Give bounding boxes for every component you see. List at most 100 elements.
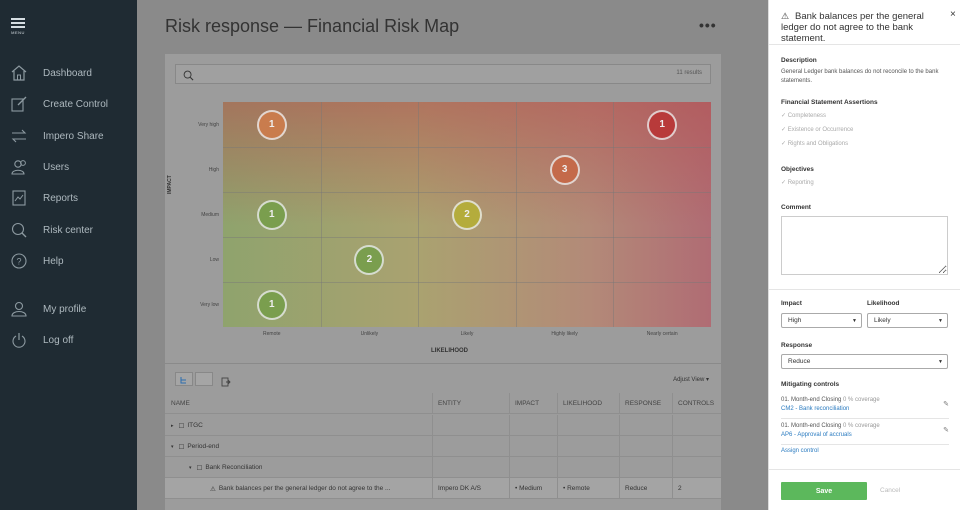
risk-bubble[interactable]: 2 [354,244,385,275]
sidebar-item-my-profile[interactable]: My profile [0,296,137,322]
folder-icon: ☐ [196,464,203,472]
sidebar-item-impero-share[interactable]: Impero Share [0,123,137,149]
description-text: General Ledger bank balances do not reco… [781,69,939,84]
chevron-down-icon: ▼ [852,318,857,324]
impact-heading: Impact [781,300,802,307]
comment-textarea[interactable] [781,216,948,275]
cell-response: Reduce [625,485,648,492]
risk-bubble[interactable]: 2 [452,199,482,230]
assign-control-link[interactable]: Assign control [781,448,819,454]
warning-icon: ⚠ [210,485,216,493]
cell-entity: Impero DK A/S [438,485,481,492]
column-header[interactable]: RESPONSE [625,393,661,414]
menu-button[interactable]: MENU [8,18,28,35]
adjust-view-button[interactable]: Adjust View ▾ [673,376,709,383]
sidebar-item-label: Risk center [43,224,94,236]
column-header[interactable]: ENTITY [438,393,461,414]
column-header[interactable]: CONTROLS [678,393,714,414]
sidebar-item-log-off[interactable]: Log off [0,327,137,353]
risk-bubble[interactable]: 3 [549,154,580,185]
control-link[interactable]: CM2 - Bank reconciliation [781,405,949,414]
cancel-button[interactable]: Cancel [880,487,900,494]
sidebar-item-label: Create Control [43,98,109,110]
cell-impact: • Medium [515,485,543,492]
response-select[interactable]: Reduce ▼ [781,354,948,369]
pencil-icon[interactable]: ✎ [943,400,949,409]
grid-line [418,102,420,327]
risk-map-card: 11 results IMPACT Very high High Medium Low… [165,54,721,510]
chevron-down-icon: ▼ [938,318,943,324]
panel-title: Bank balances per the general ledger do … [781,11,924,44]
table-row[interactable]: ▸ ☐ ITGC [165,415,721,436]
objective-reporting[interactable]: ✓ Reporting [781,179,814,186]
impact-select[interactable]: High ▼ [781,313,862,328]
app: MENU Dashboard Create Control Impero Sha… [0,0,960,510]
x-axis-title: LIKELIHOOD [431,348,468,354]
tree-view-button[interactable] [175,372,193,386]
sidebar-item-create-control[interactable]: Create Control [0,91,137,117]
y-tick-label: Very low [200,301,219,308]
divider [769,44,960,45]
search-input[interactable]: 11 results [175,64,711,84]
control-link[interactable]: AP6 - Approval of accruals [781,431,949,440]
row-name: ⚠ Bank balances per the general ledger do… [205,478,390,499]
row-label: Bank balances per the general ledger do … [218,485,391,492]
y-tick-label: Low [209,256,219,263]
table-row[interactable]: ⚠ Bank balances per the general ledger do… [165,478,721,499]
description-heading: Description [781,57,817,64]
assertion-completeness[interactable]: ✓ Completeness [781,112,826,119]
close-button[interactable]: × [950,9,956,20]
column-header[interactable]: NAME [171,393,190,414]
assertions-heading: Financial Statement Assertions [781,99,878,106]
assertion-existence[interactable]: ✓ Existence or Occurrence [781,126,853,133]
risk-heatmap: 1 1 3 1 2 2 1 [223,102,711,327]
sidebar: MENU Dashboard Create Control Impero Sha… [0,0,137,510]
sidebar-item-label: Users [43,161,70,173]
risk-bubble[interactable]: 1 [647,109,678,140]
row-name: ▾ ☐ Bank Reconciliation [189,457,262,478]
x-tick-label: Unlikely [360,331,379,337]
objectives-heading: Objectives [781,166,814,173]
list-view-button[interactable] [195,372,213,386]
risk-bubble[interactable]: 1 [256,289,287,320]
expand-toggle-icon[interactable]: ▾ [171,444,174,450]
sidebar-item-label: Reports [43,192,79,204]
sidebar-item-users[interactable]: Users [0,154,137,180]
page-title: Risk response — Financial Risk Map [165,16,460,36]
column-header[interactable]: IMPACT [515,393,539,414]
export-icon[interactable] [221,374,231,392]
expand-toggle-icon[interactable]: ▾ [189,465,192,471]
table-row[interactable]: ▾ ☐ Bank Reconciliation [165,457,721,478]
grid-line [223,147,711,148]
grid-line [223,192,711,193]
column-header[interactable]: LIKELIHOOD [563,393,602,414]
user-icon [9,299,29,319]
sidebar-item-label: Dashboard [43,67,92,79]
table-header: NAME ENTITY IMPACT LIKELIHOOD RESPONSE CONTRO… [165,393,721,414]
more-options-button[interactable]: ••• [699,17,717,33]
likelihood-select[interactable]: Likely ▼ [867,313,948,328]
expand-toggle-icon[interactable]: ▸ [171,423,174,429]
sidebar-item-risk-center[interactable]: Risk center [0,217,137,243]
risk-bubble[interactable]: 1 [256,199,287,230]
grid-line [613,102,615,327]
users-icon [9,157,29,177]
main-area: Risk response — Financial Risk Map ••• 1… [137,0,768,510]
sidebar-item-label: My profile [43,303,87,315]
divider [781,418,949,419]
risk-detail-panel: ⚠ Bank balances per the general ledger d… [768,0,960,510]
pencil-icon[interactable]: ✎ [943,426,949,435]
sidebar-item-dashboard[interactable]: Dashboard [0,60,137,86]
folder-icon: ☐ [178,443,185,451]
assertion-rights[interactable]: ✓ Rights and Obligations [781,140,848,147]
help-icon: ? [9,251,29,271]
sidebar-item-help[interactable]: ? Help [0,248,137,274]
cell-controls: 2 [678,485,682,492]
sidebar-item-reports[interactable]: Reports [0,185,137,211]
grid-line [223,237,711,238]
divider [769,289,960,290]
save-button[interactable]: Save [781,482,867,500]
y-tick-label: Very high [198,121,219,128]
table-row[interactable]: ▾ ☐ Period-end [165,436,721,457]
risk-bubble[interactable]: 1 [256,109,287,140]
